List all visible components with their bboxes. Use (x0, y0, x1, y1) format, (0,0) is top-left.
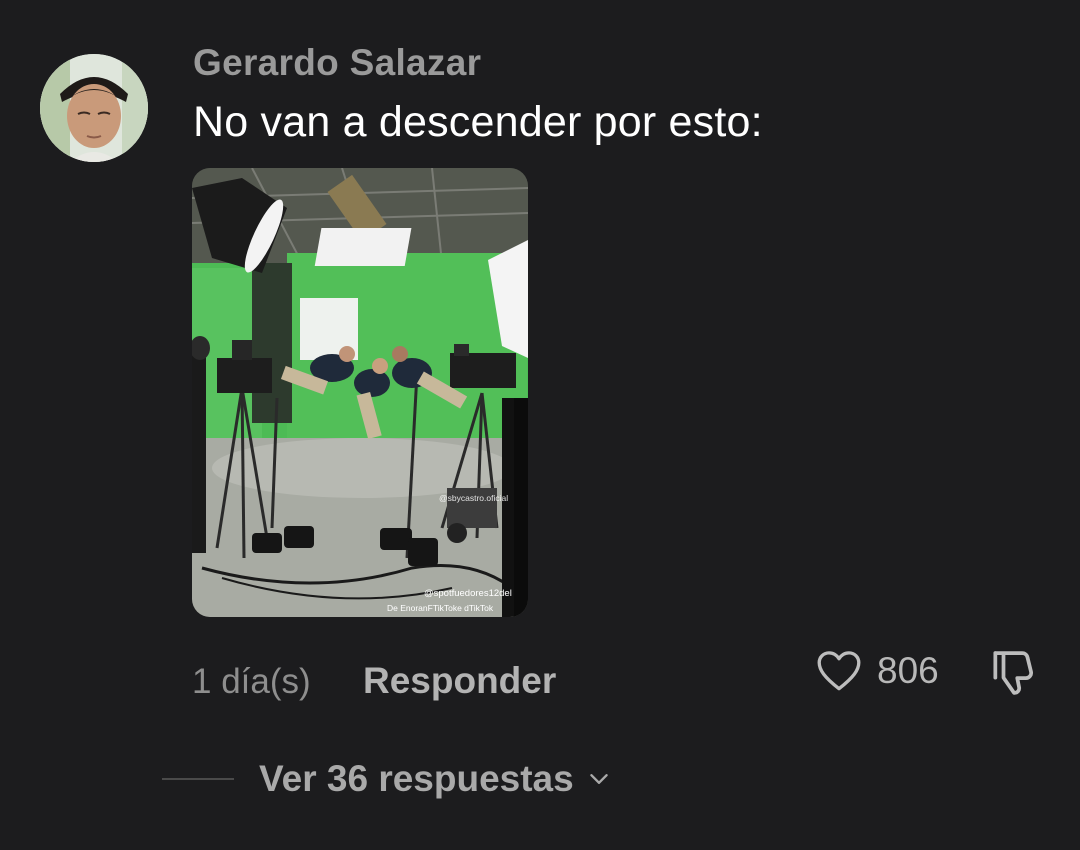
media-watermark-source-handle: @spotfuedores12del (424, 588, 512, 599)
media-watermark-handle: @sbycastro.oficial (439, 493, 508, 503)
replies-divider (162, 778, 234, 780)
view-replies-label[interactable]: Ver 36 respuestas (259, 758, 574, 800)
avatar-image (40, 54, 148, 162)
username[interactable]: Gerardo Salazar (193, 42, 481, 84)
thumbs-down-icon[interactable] (986, 645, 1042, 701)
green-screen-photo: @sbycastro.oficial @spotfuedores12del De… (192, 168, 528, 617)
view-replies-button[interactable]: Ver 36 respuestas (259, 758, 612, 800)
like-count: 806 (877, 650, 939, 691)
comment-media-image[interactable]: @sbycastro.oficial @spotfuedores12del De… (192, 168, 528, 617)
timestamp: 1 día(s) (192, 662, 311, 701)
avatar[interactable] (40, 54, 148, 162)
reply-button[interactable]: Responder (363, 660, 556, 702)
chevron-down-icon[interactable] (586, 766, 612, 792)
like-button[interactable]: 806 (814, 646, 939, 696)
comment-text: No van a descender por esto: (193, 98, 763, 146)
heart-icon[interactable] (814, 646, 864, 696)
media-watermark-source-label: De EnoranFTikToke dTikTok (387, 603, 494, 613)
